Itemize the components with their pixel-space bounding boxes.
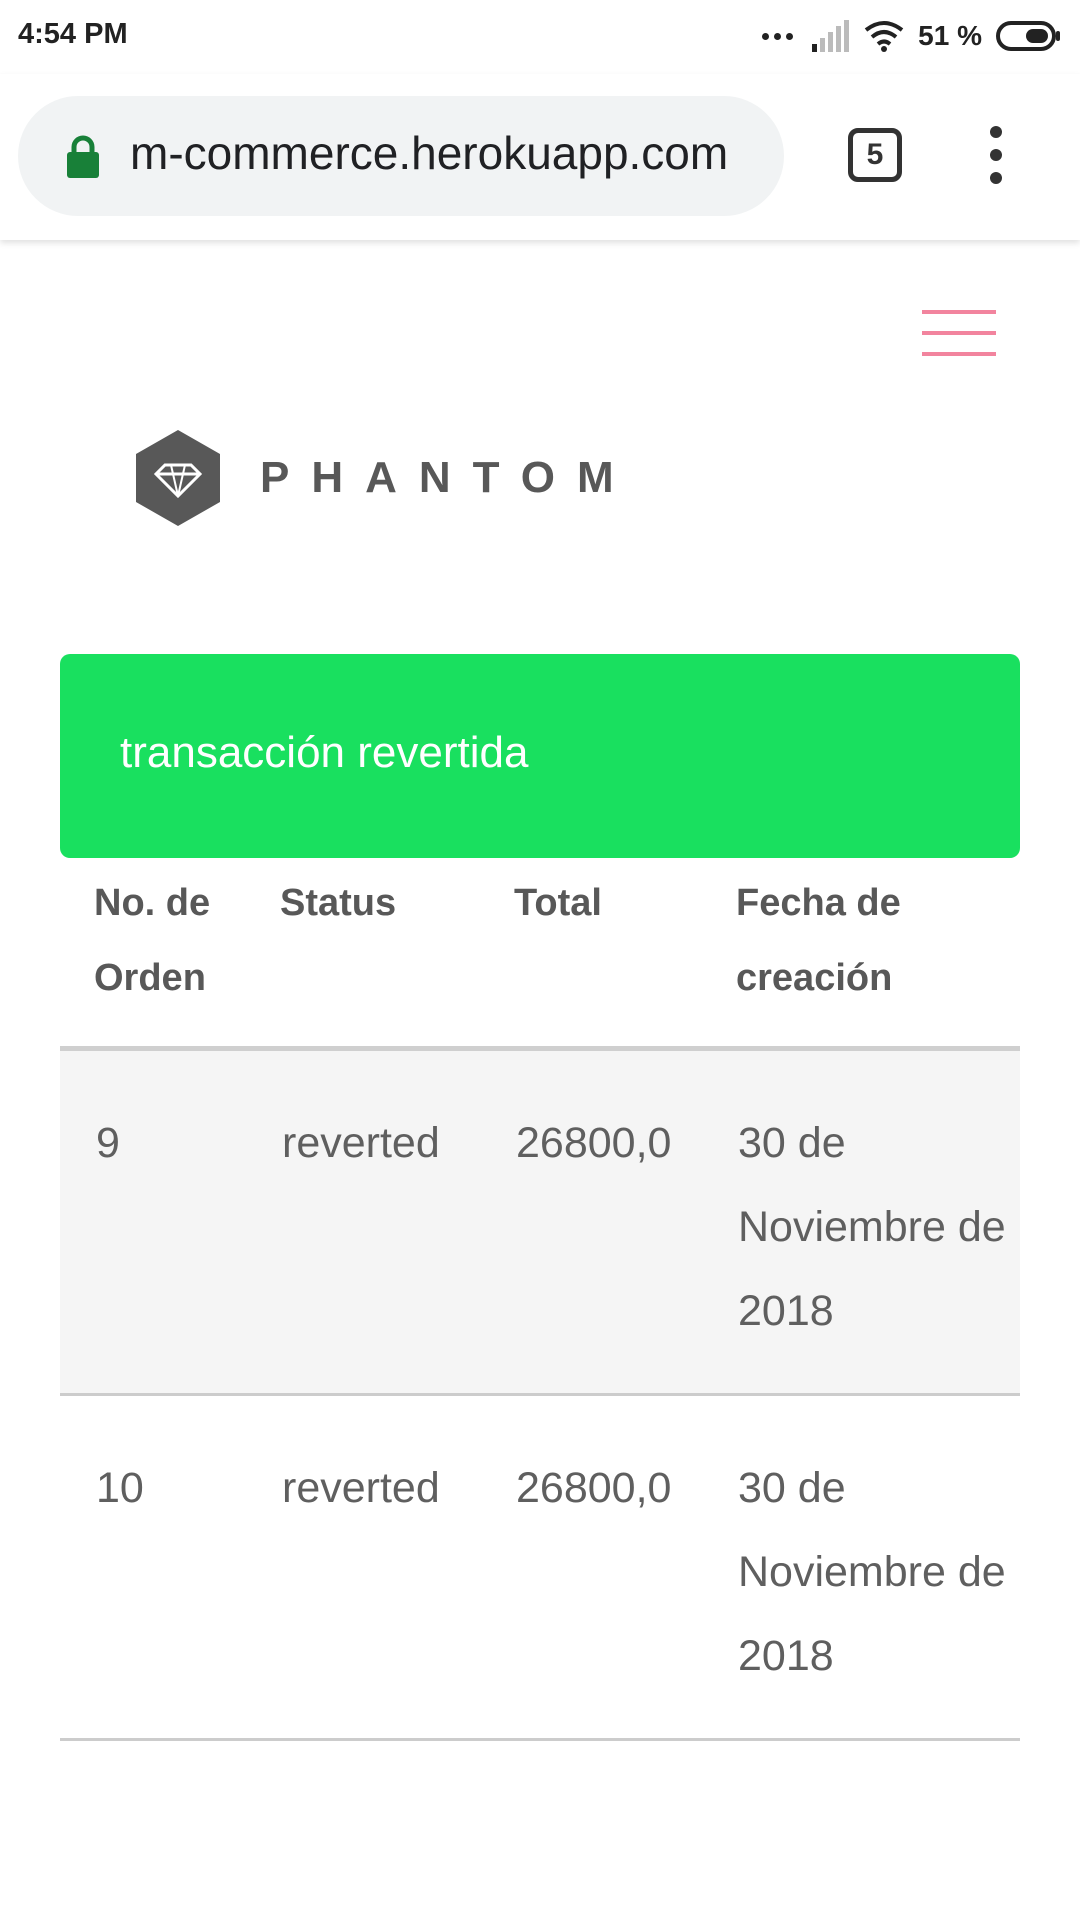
cell-total: 26800,0	[480, 1394, 702, 1741]
status-time: 4:54 PM	[18, 18, 128, 50]
signal-icon	[812, 20, 850, 52]
diamond-hexagon-icon	[136, 430, 220, 526]
success-alert: transacción revertida	[60, 654, 1020, 858]
header-order-number: No. de Orden	[60, 858, 246, 1051]
battery-percent: 51 %	[918, 20, 982, 51]
browser-toolbar: m-commerce.herokuapp.com 5	[0, 74, 1080, 240]
header-created-date: Fecha de creación	[702, 858, 1020, 1051]
header-total: Total	[480, 858, 702, 1051]
header-status: Status	[246, 858, 480, 1051]
cell-order-number: 9	[60, 1048, 246, 1396]
cell-created-date: 30 de Noviembre de 2018	[702, 1394, 1020, 1741]
alert-message: transacción revertida	[120, 728, 529, 777]
orders-table: No. de Orden Status Total Fecha de creac…	[60, 858, 1020, 1741]
cell-created-date: 30 de Noviembre de 2018	[702, 1048, 1020, 1396]
brand-name: PHANTOM	[260, 453, 636, 502]
battery-icon	[996, 21, 1060, 51]
cell-status: reverted	[246, 1048, 480, 1396]
table-row: 9 reverted 26800,0 30 de Noviembre de 20…	[60, 1048, 1020, 1396]
hamburger-menu-icon[interactable]	[922, 310, 996, 356]
status-bar: 4:54 PM 51 %	[0, 0, 1080, 74]
tab-switcher-button[interactable]: 5	[848, 128, 902, 182]
cell-status: reverted	[246, 1394, 480, 1741]
lock-icon	[67, 135, 99, 178]
table-row: 10 reverted 26800,0 30 de Noviembre de 2…	[60, 1394, 1020, 1741]
wifi-icon	[864, 21, 904, 52]
url-text[interactable]: m-commerce.herokuapp.com	[130, 126, 728, 180]
table-header-row: No. de Orden Status Total Fecha de creac…	[60, 858, 1020, 1051]
status-icons: 51 %	[762, 16, 1062, 56]
cell-order-number: 10	[60, 1394, 246, 1741]
brand-logo[interactable]: PHANTOM	[134, 428, 636, 528]
cell-total: 26800,0	[480, 1048, 702, 1396]
notification-dots-icon	[762, 31, 796, 41]
address-bar[interactable]: m-commerce.herokuapp.com	[18, 96, 784, 216]
more-options-icon[interactable]	[984, 126, 1008, 184]
